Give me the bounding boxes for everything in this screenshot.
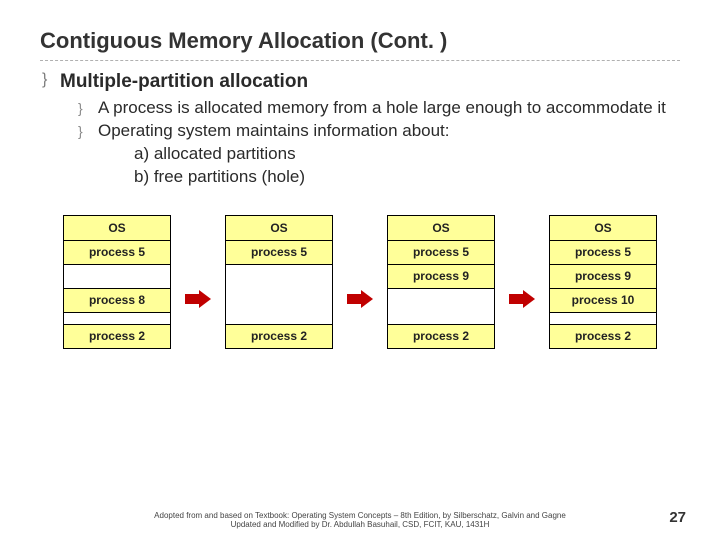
sub-bullet-a: a) allocated partitions [78, 143, 680, 166]
hole-cell [64, 312, 170, 324]
footer-line-1: Adopted from and based on Textbook: Oper… [0, 511, 720, 521]
arrow-icon [347, 290, 373, 308]
page-number: 27 [669, 509, 686, 526]
arrow-icon [509, 290, 535, 308]
bullet-list: } A process is allocated memory from a h… [42, 93, 680, 189]
hole-cell [64, 264, 170, 288]
hole-cell [226, 264, 332, 324]
process-cell: process 10 [550, 288, 656, 312]
bullet-text: A process is allocated memory from a hol… [98, 97, 680, 120]
hole-cell [550, 312, 656, 324]
slide-title: Contiguous Memory Allocation (Cont. ) [40, 28, 680, 54]
process-cell: process 8 [64, 288, 170, 312]
os-cell: OS [550, 216, 656, 240]
process-cell: process 5 [388, 240, 494, 264]
process-cell: process 2 [64, 324, 170, 348]
hole-cell [388, 288, 494, 324]
sub-bullet-b: b) free partitions (hole) [78, 166, 680, 189]
footer: Adopted from and based on Textbook: Oper… [0, 511, 720, 530]
memory-column-4: OS process 5 process 9 process 10 proces… [549, 215, 657, 349]
os-cell: OS [64, 216, 170, 240]
bullet-item-1: } A process is allocated memory from a h… [78, 97, 680, 120]
bullet-icon: } [78, 120, 98, 141]
process-cell: process 2 [226, 324, 332, 348]
process-cell: process 5 [550, 240, 656, 264]
section-heading: Multiple-partition allocation [60, 71, 308, 93]
slide: Contiguous Memory Allocation (Cont. ) } … [0, 0, 720, 349]
bullet-icon: } [78, 97, 98, 118]
os-cell: OS [226, 216, 332, 240]
process-cell: process 2 [550, 324, 656, 348]
arrow-icon [185, 290, 211, 308]
heading-row: } Multiple-partition allocation [42, 71, 680, 93]
process-cell: process 5 [226, 240, 332, 264]
process-cell: process 5 [64, 240, 170, 264]
memory-diagram: OS process 5 process 8 process 2 OS proc… [40, 215, 680, 349]
process-cell: process 9 [550, 264, 656, 288]
footer-line-2: Updated and Modified by Dr. Abdullah Bas… [0, 520, 720, 530]
bullet-item-2: } Operating system maintains information… [78, 120, 680, 143]
bullet-text: Operating system maintains information a… [98, 120, 680, 143]
process-cell: process 2 [388, 324, 494, 348]
memory-column-1: OS process 5 process 8 process 2 [63, 215, 171, 349]
process-cell: process 9 [388, 264, 494, 288]
content: } Multiple-partition allocation } A proc… [40, 61, 680, 189]
bullet-icon: } [42, 71, 60, 89]
os-cell: OS [388, 216, 494, 240]
title-row: Contiguous Memory Allocation (Cont. ) [40, 28, 680, 61]
memory-column-3: OS process 5 process 9 process 2 [387, 215, 495, 349]
memory-column-2: OS process 5 process 2 [225, 215, 333, 349]
